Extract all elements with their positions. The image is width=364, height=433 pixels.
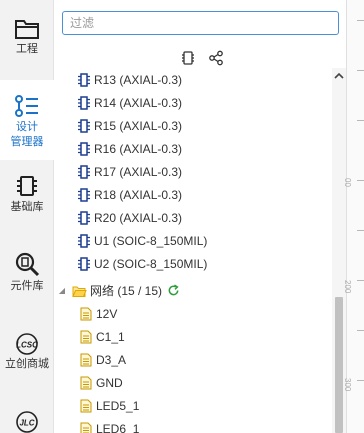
scroll-up-arrow-icon[interactable] bbox=[333, 70, 345, 82]
tree-item-component[interactable]: R14 (AXIAL-0.3) bbox=[55, 91, 333, 114]
design-manager-icon bbox=[15, 95, 38, 117]
net-label: LED5_1 bbox=[96, 398, 140, 413]
component-label: R14 (AXIAL-0.3) bbox=[94, 95, 183, 110]
rail-label-lcsc-mall: 立创商城 bbox=[5, 358, 49, 370]
rail-label-basic-library: 基础库 bbox=[10, 201, 44, 213]
component-icon bbox=[78, 95, 90, 110]
ruler-tick bbox=[357, 70, 364, 71]
net-document-icon bbox=[80, 399, 92, 412]
rail-item-design-manager[interactable]: 设计 管理器 bbox=[0, 80, 54, 160]
ruler-tick bbox=[357, 120, 364, 121]
rail-label-component-library: 元件库 bbox=[10, 280, 44, 292]
net-label: 12V bbox=[96, 306, 118, 321]
component-icon bbox=[78, 118, 90, 133]
tree-item-component[interactable]: R16 (AXIAL-0.3) bbox=[55, 137, 333, 160]
component-icon bbox=[78, 233, 90, 248]
nets-group-label: 网络 (15 / 15) bbox=[90, 284, 163, 298]
component-icon bbox=[78, 164, 90, 179]
tree-item-component[interactable]: R13 (AXIAL-0.3) bbox=[55, 68, 333, 91]
tree-item-net[interactable]: LED5_1 bbox=[55, 394, 333, 417]
net-document-icon bbox=[80, 422, 92, 433]
ruler-label: 200 bbox=[343, 280, 352, 294]
design-tree: R13 (AXIAL-0.3) R14 (AXIAL-0.3) R15 (AXI… bbox=[55, 68, 333, 433]
net-label: LED6_1 bbox=[96, 421, 140, 433]
net-document-icon bbox=[80, 353, 92, 366]
rail-item-project[interactable]: 工程 bbox=[0, 6, 54, 66]
refresh-icon[interactable] bbox=[167, 284, 180, 297]
tree-item-component[interactable]: R17 (AXIAL-0.3) bbox=[55, 160, 333, 183]
svg-text:JLC: JLC bbox=[19, 419, 34, 428]
rail-item-jlc[interactable]: JLC bbox=[0, 405, 54, 433]
ruler-tick bbox=[357, 230, 364, 231]
chip-icon bbox=[17, 176, 37, 196]
rail-item-basic-library[interactable]: 基础库 bbox=[0, 168, 54, 228]
component-icon bbox=[78, 210, 90, 225]
lcsc-icon: LCSC bbox=[16, 333, 38, 355]
tree-item-net[interactable]: D3_A bbox=[55, 348, 333, 371]
net-label: GND bbox=[96, 375, 123, 390]
tree-item-net[interactable]: 12V bbox=[55, 302, 333, 325]
ruler-tick bbox=[357, 20, 364, 21]
net-share-icon[interactable] bbox=[208, 50, 224, 66]
net-label: C1_1 bbox=[96, 329, 125, 344]
net-document-icon bbox=[80, 376, 92, 389]
rail-label-design-manager: 设计 管理器 bbox=[10, 121, 44, 148]
rail-item-component-library[interactable]: 元件库 bbox=[0, 245, 54, 305]
component-label: R13 (AXIAL-0.3) bbox=[94, 72, 183, 87]
design-manager-panel: R13 (AXIAL-0.3) R14 (AXIAL-0.3) R15 (AXI… bbox=[55, 0, 346, 433]
left-sidebar: 工程 设计 管理器 基础库 元件库 LCSC 立创商城 JLC bbox=[0, 0, 54, 433]
rail-label-project: 工程 bbox=[16, 43, 38, 55]
caret-down-icon[interactable]: ◢ bbox=[57, 286, 67, 295]
component-label: U2 (SOIC-8_150MIL) bbox=[94, 256, 208, 271]
component-icon bbox=[78, 187, 90, 202]
tree-item-net[interactable]: C1_1 bbox=[55, 325, 333, 348]
component-icon bbox=[78, 256, 90, 271]
component-icon bbox=[78, 72, 90, 87]
canvas-ruler: 00 200 300 bbox=[343, 0, 364, 433]
tree-item-net[interactable]: LED6_1 bbox=[55, 417, 333, 433]
component-label: R17 (AXIAL-0.3) bbox=[94, 164, 183, 179]
tree-item-component[interactable]: R18 (AXIAL-0.3) bbox=[55, 183, 333, 206]
rail-item-lcsc-mall[interactable]: LCSC 立创商城 bbox=[0, 325, 54, 385]
ruler-tick bbox=[357, 180, 364, 181]
tree-item-component[interactable]: U2 (SOIC-8_150MIL) bbox=[55, 252, 333, 275]
ruler-tick bbox=[357, 380, 364, 381]
ruler-label: 00 bbox=[343, 178, 352, 187]
tree-item-component[interactable]: R15 (AXIAL-0.3) bbox=[55, 114, 333, 137]
tree-item-net[interactable]: GND bbox=[55, 371, 333, 394]
scrollbar-thumb[interactable] bbox=[335, 297, 343, 433]
net-document-icon bbox=[80, 307, 92, 320]
filter-input[interactable] bbox=[62, 11, 339, 35]
component-icon[interactable] bbox=[180, 50, 196, 66]
component-label: R16 (AXIAL-0.3) bbox=[94, 141, 183, 156]
component-label: R18 (AXIAL-0.3) bbox=[94, 187, 183, 202]
ruler-tick bbox=[357, 280, 364, 281]
net-document-icon bbox=[80, 330, 92, 343]
folder-icon bbox=[15, 20, 39, 39]
tree-group-nets[interactable]: ◢ 网络 (15 / 15) bbox=[55, 279, 333, 302]
component-label: U1 (SOIC-8_150MIL) bbox=[94, 233, 208, 248]
component-label: R20 (AXIAL-0.3) bbox=[94, 210, 183, 225]
jlc-icon: JLC bbox=[16, 411, 38, 433]
ruler-label: 300 bbox=[343, 378, 352, 392]
component-icon bbox=[78, 141, 90, 156]
tree-item-component[interactable]: R20 (AXIAL-0.3) bbox=[55, 206, 333, 229]
component-search-icon bbox=[15, 252, 40, 277]
folder-open-icon bbox=[72, 286, 87, 297]
component-label: R15 (AXIAL-0.3) bbox=[94, 118, 183, 133]
tree-item-component[interactable]: U1 (SOIC-8_150MIL) bbox=[55, 229, 333, 252]
net-label: D3_A bbox=[96, 352, 127, 367]
svg-text:LCSC: LCSC bbox=[16, 341, 38, 350]
ruler-tick bbox=[357, 330, 364, 331]
